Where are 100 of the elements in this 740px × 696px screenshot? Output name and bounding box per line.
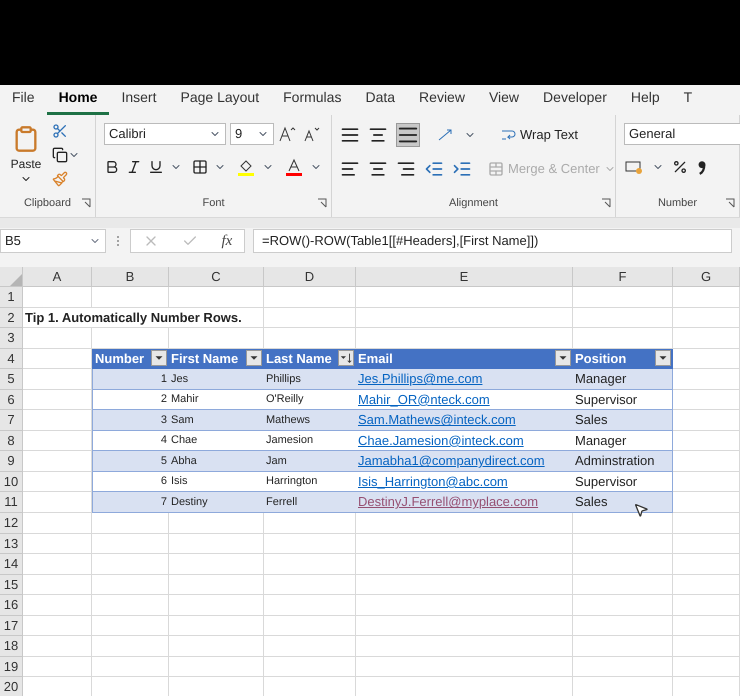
row-header[interactable]: 19 [0, 656, 23, 678]
row-header[interactable]: 7 [0, 410, 23, 431]
email-link[interactable]: Mahir_OR@nteck.com [356, 390, 490, 410]
column-header[interactable]: B [92, 267, 169, 286]
ribbon-tab[interactable]: View [476, 87, 532, 115]
dialog-launcher-icon[interactable] [725, 198, 735, 208]
table-cell: Manager [573, 430, 673, 452]
formula-field[interactable]: =ROW()-ROW(Table1[[#Headers],[First Name]]) [253, 229, 732, 253]
column-header[interactable]: G [673, 267, 740, 286]
ribbon-tab[interactable]: Help [618, 87, 672, 115]
grid-cell [23, 287, 92, 308]
format-painter-icon[interactable] [52, 171, 68, 187]
grid-cell [673, 430, 740, 452]
grow-font-icon[interactable] [278, 124, 298, 144]
underline-icon[interactable] [148, 159, 164, 175]
bottom-align-icon[interactable] [396, 123, 420, 147]
filter-dropdown-icon[interactable] [655, 350, 671, 366]
font-name-field[interactable]: Calibri [104, 123, 226, 145]
group-label: Clipboard [24, 196, 72, 211]
ribbon-tab[interactable]: File [0, 87, 47, 115]
merge-icon [488, 161, 504, 177]
row-header[interactable]: 9 [0, 451, 23, 472]
table-cell: 6 [92, 472, 169, 492]
dialog-launcher-icon[interactable] [601, 198, 611, 208]
row-header[interactable]: 13 [0, 534, 23, 554]
table-cell: 3 [92, 410, 169, 431]
percent-icon[interactable] [672, 159, 688, 175]
font-color-icon[interactable] [284, 157, 304, 177]
row-header[interactable]: 3 [0, 328, 23, 349]
table-cell: Jes [169, 369, 264, 390]
grid-cell [673, 534, 740, 554]
grid-cell [673, 308, 740, 328]
ribbon-tab[interactable]: Page Layout [168, 87, 272, 115]
grid-cell [23, 636, 92, 657]
row-header[interactable]: 10 [0, 472, 23, 492]
email-link[interactable]: DestinyJ.Ferrell@myplace.com [356, 492, 538, 512]
dialog-launcher-icon[interactable] [317, 198, 327, 208]
row-header[interactable]: 20 [0, 677, 23, 696]
grid-cell [673, 369, 740, 390]
row-header[interactable]: 4 [0, 348, 23, 370]
table-cell: Mahir [169, 390, 264, 410]
row-header[interactable]: 1 [0, 287, 23, 308]
name-box[interactable]: B5 [0, 229, 106, 253]
comma-style-icon[interactable] [696, 159, 708, 175]
grid-cell [673, 390, 740, 410]
row-header[interactable]: 16 [0, 595, 23, 616]
email-link[interactable]: Jamabha1@companydirect.com [356, 451, 545, 471]
font-size-field[interactable]: 9 [230, 123, 274, 145]
row-header[interactable]: 17 [0, 616, 23, 636]
row-header[interactable]: 12 [0, 513, 23, 534]
column-header[interactable]: E [356, 267, 573, 286]
paste-button[interactable]: Paste [8, 123, 44, 193]
ribbon-tab[interactable]: Review [407, 87, 477, 115]
insert-function-button[interactable]: fx [221, 230, 232, 252]
grid-cell [23, 554, 92, 575]
ribbon-tab[interactable]: Formulas [271, 87, 354, 115]
row-header[interactable]: 5 [0, 369, 23, 390]
email-link[interactable]: Jes.Phillips@me.com [356, 369, 482, 389]
row-header[interactable]: 6 [0, 390, 23, 410]
table-cell: Phillips [264, 369, 356, 390]
more-options-icon [114, 233, 122, 249]
filter-dropdown-icon[interactable] [555, 350, 571, 366]
header-label: Position [575, 350, 626, 368]
row-header[interactable]: 2 [0, 308, 23, 328]
grid-cell [673, 616, 740, 636]
email-link[interactable]: Isis_Harrington@abc.com [356, 472, 508, 492]
number-format-field[interactable]: General [624, 123, 740, 145]
row-header[interactable]: 14 [0, 554, 23, 575]
row-header[interactable]: 15 [0, 574, 23, 596]
header-label: Number [95, 350, 144, 368]
group-label: Font [202, 196, 224, 211]
cut-icon[interactable] [52, 123, 68, 139]
table-cell: Abha [169, 451, 264, 472]
table-cell: 4 [92, 430, 169, 452]
copy-icon[interactable] [52, 147, 68, 163]
ribbon-tab[interactable]: Developer [531, 87, 619, 115]
column-header[interactable]: A [23, 267, 92, 286]
italic-icon[interactable] [126, 159, 142, 175]
filter-dropdown-icon[interactable] [246, 350, 262, 366]
grid-cell [673, 328, 740, 349]
row-header[interactable]: 18 [0, 636, 23, 657]
column-header[interactable]: F [573, 267, 673, 286]
ribbon-tab[interactable]: Data [353, 87, 408, 115]
grid-cell [23, 595, 92, 616]
ribbon-tab[interactable]: T [672, 87, 704, 115]
borders-icon[interactable] [192, 159, 208, 175]
email-link[interactable]: Sam.Mathews@inteck.com [356, 410, 516, 430]
dialog-launcher-icon[interactable] [81, 198, 91, 208]
row-header[interactable]: 8 [0, 430, 23, 452]
grid-cell [673, 595, 740, 616]
grid-cell [673, 636, 740, 657]
table-cell: Adminstration [573, 451, 673, 472]
wrap-text-button[interactable]: Wrap Text [500, 125, 578, 145]
row-header[interactable]: 11 [0, 492, 23, 514]
column-header[interactable]: D [264, 267, 356, 286]
column-header[interactable]: C [169, 267, 264, 286]
filter-dropdown-icon[interactable] [151, 350, 167, 366]
sort-filter-icon[interactable] [338, 350, 354, 366]
ribbon-tab[interactable]: Insert [109, 87, 168, 115]
email-link[interactable]: Chae.Jamesion@inteck.com [356, 430, 524, 450]
